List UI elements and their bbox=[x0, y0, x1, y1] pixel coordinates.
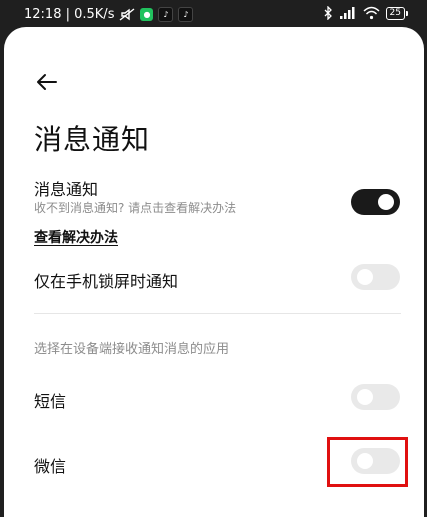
lock-only-toggle[interactable] bbox=[351, 264, 400, 290]
app-item-wechat-label: 微信 bbox=[34, 457, 67, 476]
tiktok-app-icon: ♪ bbox=[158, 7, 174, 22]
toggle-knob bbox=[378, 194, 394, 210]
status-bar: 12:18 | 0.5K/s ● ♪ ♪ 25 bbox=[0, 0, 427, 28]
page-title: 消息通知 bbox=[34, 123, 151, 156]
notifications-label: 消息通知 bbox=[34, 180, 99, 199]
divider bbox=[34, 313, 401, 314]
view-solution-link[interactable]: 查看解决办法 bbox=[34, 227, 118, 247]
app-item-sms-toggle[interactable] bbox=[351, 384, 400, 410]
signal-hd-icon bbox=[339, 7, 355, 19]
bluetooth-icon bbox=[324, 6, 332, 20]
toggle-knob bbox=[357, 269, 373, 285]
tiktok-app-icon-2: ♪ bbox=[178, 7, 194, 22]
time-speed-text: 12:18 | 0.5K/s bbox=[24, 7, 115, 22]
status-bar-right: 25 bbox=[323, 6, 409, 20]
highlight-box bbox=[327, 437, 408, 487]
back-arrow-icon[interactable] bbox=[34, 69, 60, 95]
app-item-sms-label: 短信 bbox=[34, 392, 67, 411]
lock-only-label: 仅在手机锁屏时通知 bbox=[34, 272, 179, 291]
battery-indicator: 25 bbox=[385, 6, 409, 20]
wechat-app-icon: ● bbox=[140, 8, 154, 21]
toggle-knob bbox=[357, 389, 373, 405]
apps-section-title: 选择在设备端接收通知消息的应用 bbox=[34, 342, 230, 357]
status-bar-left: 12:18 | 0.5K/s ● ♪ ♪ bbox=[24, 7, 194, 22]
wifi-icon bbox=[363, 6, 380, 20]
notifications-toggle[interactable] bbox=[351, 189, 400, 215]
mute-icon bbox=[120, 8, 135, 21]
notifications-subtitle: 收不到消息通知? 请点击查看解决办法 bbox=[34, 201, 237, 215]
